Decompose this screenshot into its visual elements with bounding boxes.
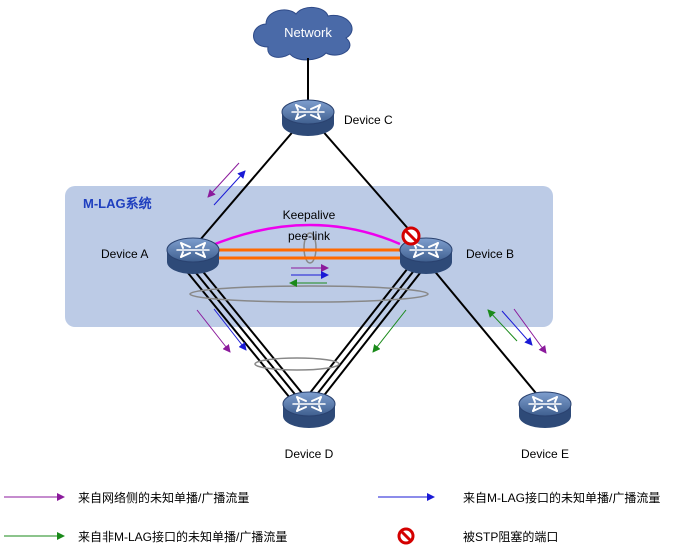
mlag-system-label: M-LAG系统 xyxy=(83,196,152,211)
device-e-label: Device E xyxy=(521,447,569,461)
legend-stp-blocked-label: 被STP阻塞的端口 xyxy=(463,530,559,544)
device-b-label: Device B xyxy=(466,247,514,261)
legend-network-traffic-label: 来自网络侧的未知单播/广播流量 xyxy=(78,491,250,505)
device-d-label: Device D xyxy=(285,447,334,461)
legend-non-mlag-traffic-label: 来自非M-LAG接口的未知单播/广播流量 xyxy=(78,530,288,544)
d-aggregation-ring xyxy=(254,357,340,371)
peer-link-label: pee-link xyxy=(288,229,331,243)
stp-blocked-icon xyxy=(401,226,421,246)
legend-mlag-traffic-label: 来自M-LAG接口的未知单播/广播流量 xyxy=(463,491,661,505)
network-label: Network xyxy=(284,25,332,40)
legend-stp-blocked-icon xyxy=(397,527,415,545)
network-diagram: M-LAG系统 Network Keepalive pee-link Devic… xyxy=(4,7,572,545)
keepalive-label: Keepalive xyxy=(283,208,336,222)
device-c-label: Device C xyxy=(344,113,393,127)
device-e-icon[interactable] xyxy=(518,391,572,429)
device-c-icon[interactable] xyxy=(281,99,335,137)
device-a-label: Device A xyxy=(101,247,148,261)
device-d-icon[interactable] xyxy=(282,391,336,429)
device-a-icon[interactable] xyxy=(166,237,220,275)
